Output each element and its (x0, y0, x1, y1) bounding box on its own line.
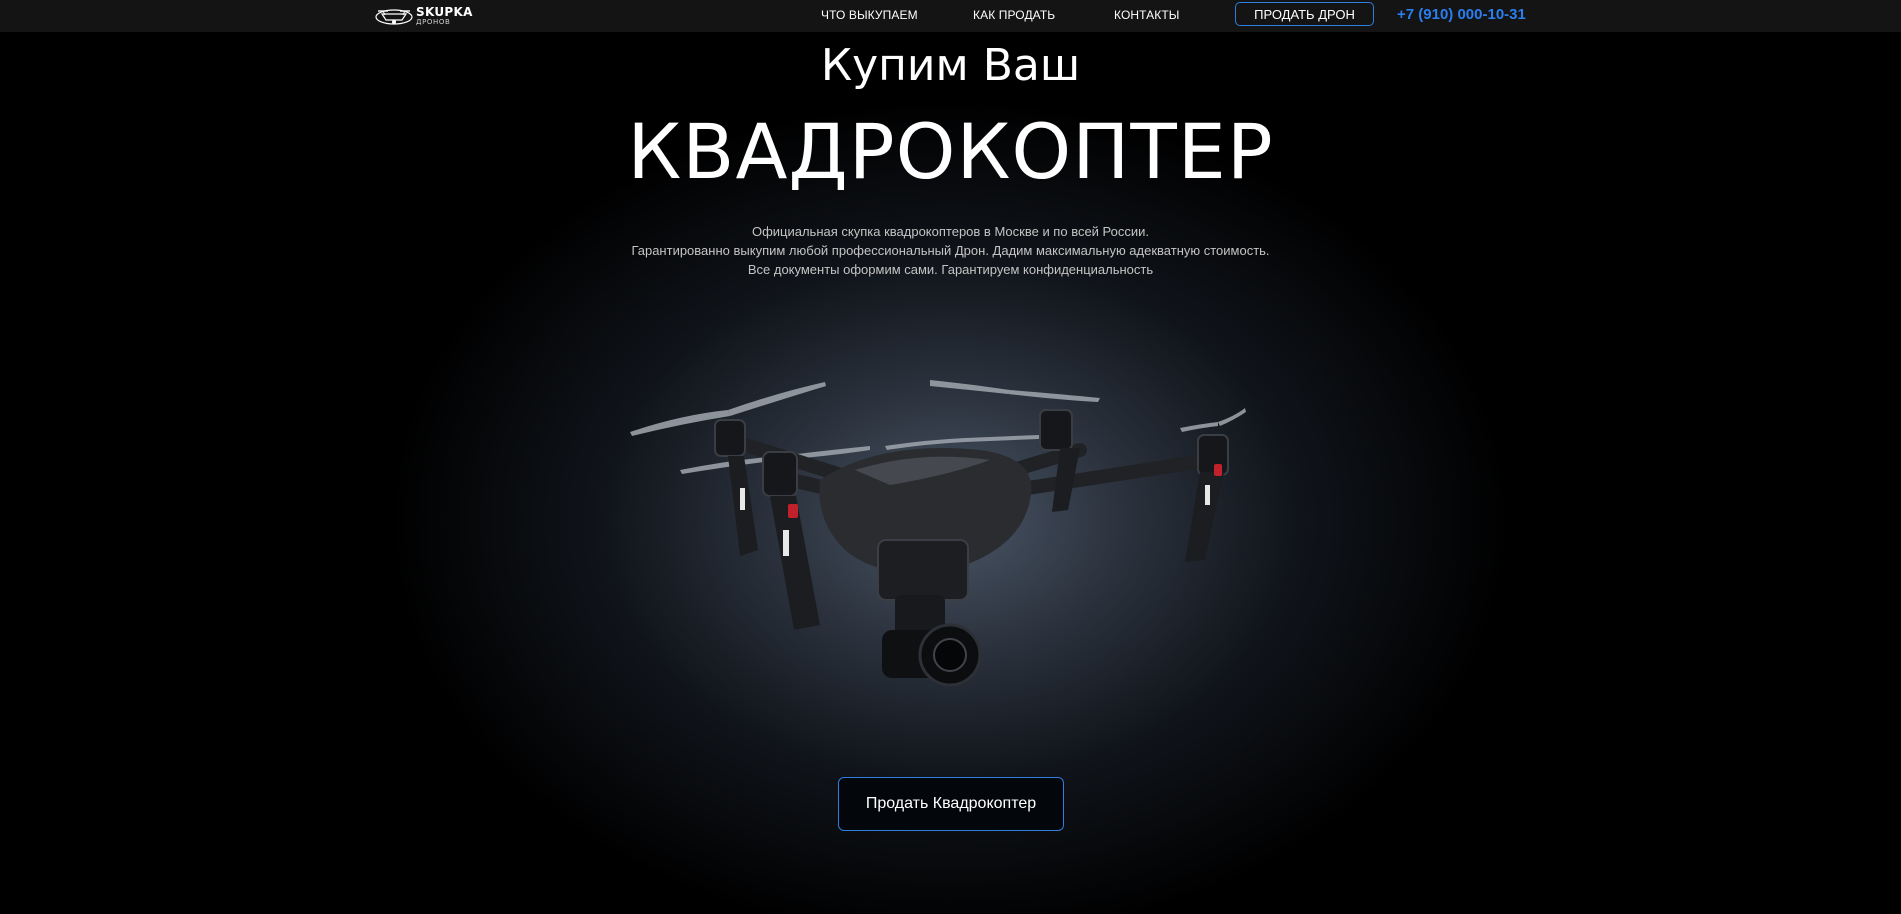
logo-text: SKUPKA ДРОНОВ (416, 6, 473, 26)
nav-what-we-buy[interactable]: ЧТО ВЫКУПАЕМ (821, 8, 918, 22)
quadcopter-image (630, 380, 1246, 687)
page: SKUPKA ДРОНОВ ЧТО ВЫКУПАЕМ КАК ПРОДАТЬ К… (0, 0, 1901, 914)
phone-link[interactable]: +7 (910) 000-10-31 (1397, 6, 1526, 23)
drone-logo-icon (375, 8, 413, 25)
sell-quadcopter-button[interactable]: Продать Квадрокоптер (838, 777, 1064, 831)
hero-kicker: Купим Ваш (820, 40, 1081, 91)
hero-title: КВАДРОКОПТЕР (627, 107, 1274, 196)
hero-description-line: Гарантированно выкупим любой профессиона… (631, 243, 1270, 258)
top-navigation-bar: SKUPKA ДРОНОВ ЧТО ВЫКУПАЕМ КАК ПРОДАТЬ К… (0, 0, 1901, 32)
sell-drone-button[interactable]: ПРОДАТЬ ДРОН (1235, 2, 1374, 26)
site-logo[interactable]: SKUPKA ДРОНОВ (374, 2, 474, 29)
nav-contacts[interactable]: КОНТАКТЫ (1114, 8, 1180, 22)
nav-how-to-sell[interactable]: КАК ПРОДАТЬ (973, 8, 1055, 22)
hero-description-line: Официальная скупка квадрокоптеров в Моск… (751, 224, 1150, 239)
logo-subtitle: ДРОНОВ (416, 17, 451, 26)
hero-description-line: Все документы оформим сами. Гарантируем … (747, 262, 1154, 277)
logo-title: SKUPKA (416, 4, 473, 19)
hero-description: Официальная скупка квадрокоптеров в Моск… (0, 222, 1901, 279)
